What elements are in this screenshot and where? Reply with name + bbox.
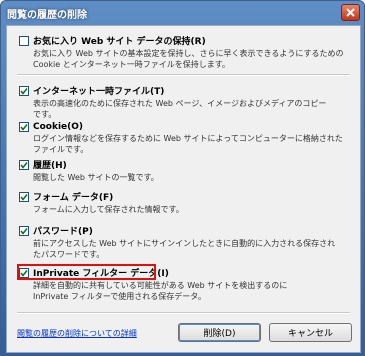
option-history: 履歴(H) 閲覧した Web サイトの一覧です。 — [19, 158, 349, 183]
option-label[interactable]: パスワード(P) — [33, 224, 93, 237]
option-temporary-files: インターネット一時ファイル(T) 表示の高速化のために保存された Web ページ… — [19, 84, 349, 120]
option-description: ログイン情報などを保存するために Web サイトによってコンピューターに格納され… — [33, 134, 343, 154]
passwords-checkbox[interactable] — [19, 225, 29, 236]
checkmark-icon — [20, 87, 28, 95]
option-label[interactable]: Cookie(O) — [33, 122, 83, 132]
delete-button[interactable]: 削除(D) — [178, 323, 261, 342]
cancel-button[interactable]: キャンセル — [269, 323, 352, 342]
option-description: 詳細を自動的に共有している可能性がある Web サイトを検出するのに InPri… — [33, 281, 288, 301]
divider — [17, 74, 350, 76]
history-checkbox[interactable] — [19, 159, 29, 170]
delete-browsing-history-dialog: 閲覧の履歴の削除 お気に入り Web サイト データの保持(R) お気に入り W… — [0, 0, 365, 356]
close-icon — [346, 8, 355, 17]
form-data-checkbox[interactable] — [19, 191, 29, 202]
option-description: お気に入り Web サイトの基本設定を保持し、さらに早く表示できるようにするため… — [33, 49, 344, 69]
checkmark-icon — [20, 124, 28, 131]
option-description: 閲覧した Web サイトの一覧です。 — [33, 173, 159, 182]
option-description: 表示の高速化のために保存された Web ページ、イメージおよびメディアのコピー … — [33, 99, 327, 119]
dialog-title: 閲覧の履歴の削除 — [7, 9, 87, 21]
divider — [17, 312, 350, 314]
cookies-checkbox[interactable] — [19, 122, 29, 132]
option-label[interactable]: お気に入り Web サイト データの保持(R) — [33, 34, 206, 47]
help-link[interactable]: 閲覧の履歴の削除についての詳細 — [17, 328, 137, 339]
option-description: 前にアクセスした Web サイトにサインインしたときに自動的に入力される保存され… — [33, 239, 336, 259]
temporary-files-checkbox[interactable] — [19, 85, 29, 96]
option-passwords: パスワード(P) 前にアクセスした Web サイトにサインインしたときに自動的に… — [19, 224, 349, 260]
checkmark-icon — [20, 161, 28, 169]
close-button[interactable] — [341, 4, 360, 21]
option-preserve-favorites: お気に入り Web サイト データの保持(R) お気に入り Web サイトの基本… — [19, 34, 349, 70]
highlight-box — [17, 264, 156, 280]
option-cookies: Cookie(O) ログイン情報などを保存するために Web サイトによってコン… — [19, 122, 349, 155]
checkmark-icon — [20, 193, 28, 201]
option-label[interactable]: インターネット一時ファイル(T) — [33, 84, 164, 97]
title-bar[interactable]: 閲覧の履歴の削除 — [1, 1, 364, 25]
preserve-favorites-checkbox[interactable] — [19, 35, 29, 46]
option-label[interactable]: フォーム データ(F) — [33, 190, 113, 203]
checkmark-icon — [20, 227, 28, 235]
option-form-data: フォーム データ(F) フォームに入力して保存された情報です。 — [19, 190, 349, 215]
option-label[interactable]: 履歴(H) — [33, 158, 67, 171]
dialog-body: お気に入り Web サイト データの保持(R) お気に入り Web サイトの基本… — [6, 25, 361, 353]
option-description: フォームに入力して保存された情報です。 — [33, 205, 184, 214]
